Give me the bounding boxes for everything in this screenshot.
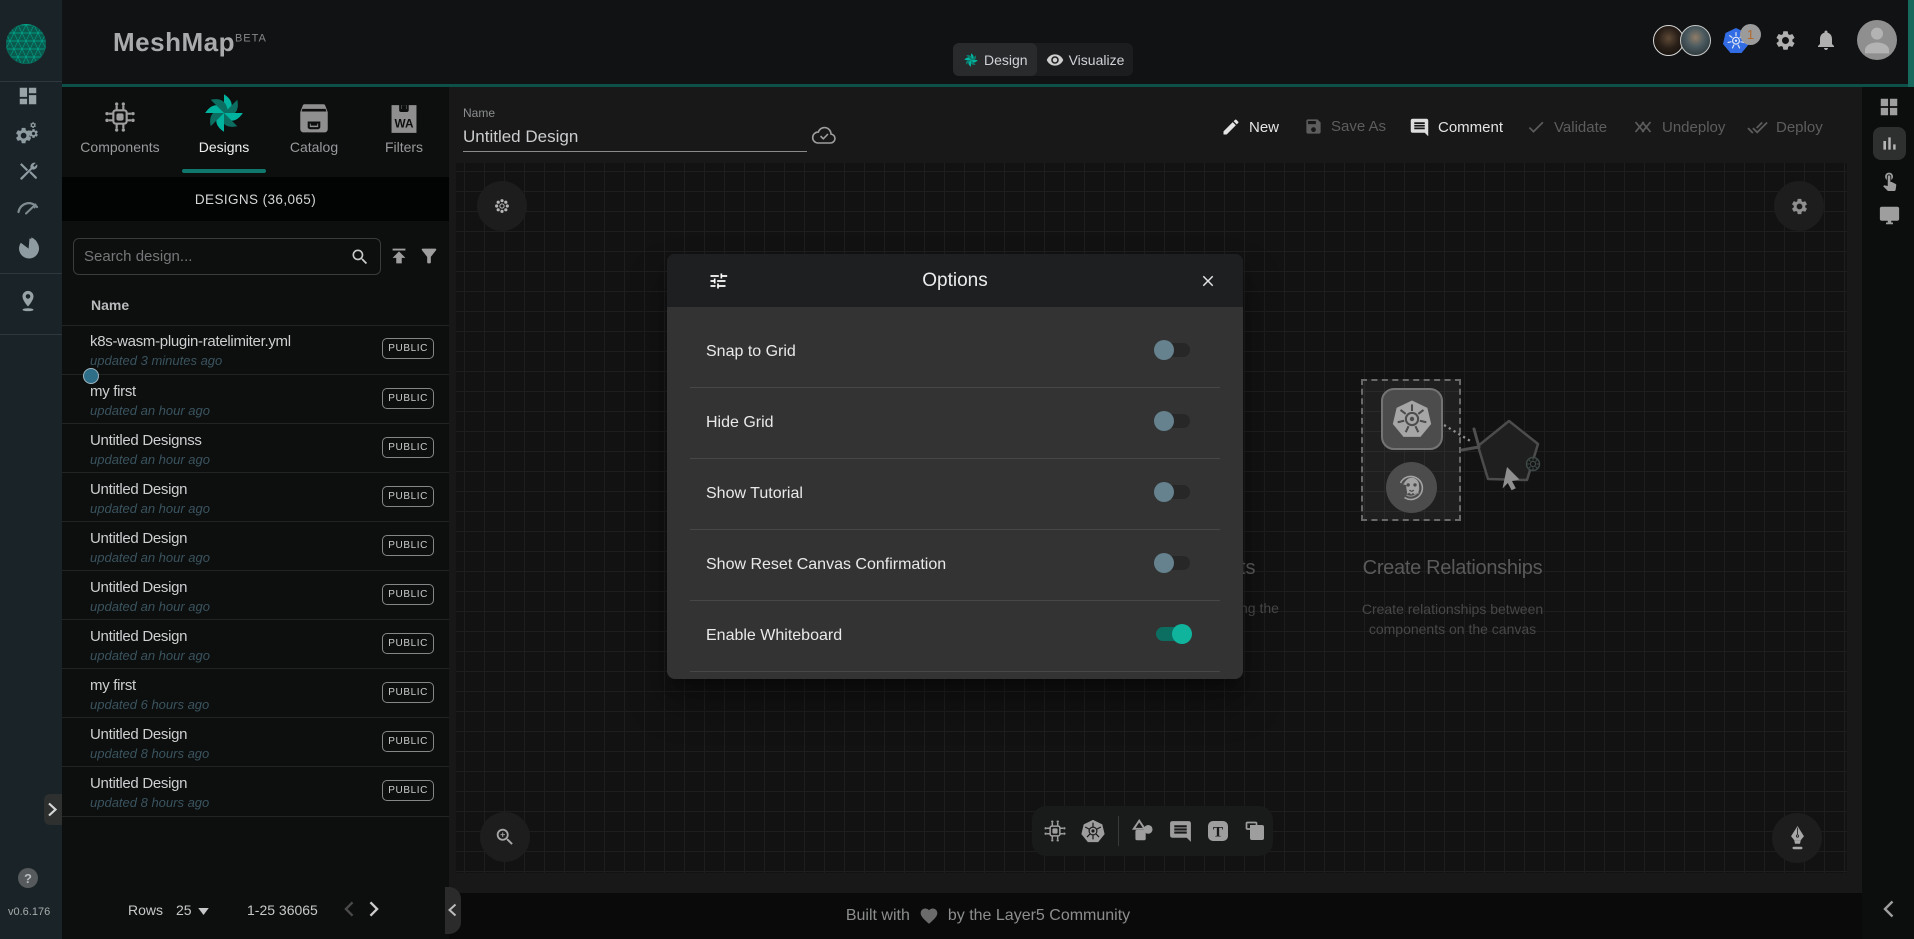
svg-text:T: T — [1213, 825, 1223, 841]
svg-text:?: ? — [24, 871, 32, 886]
svg-text:WA: WA — [395, 117, 414, 130]
